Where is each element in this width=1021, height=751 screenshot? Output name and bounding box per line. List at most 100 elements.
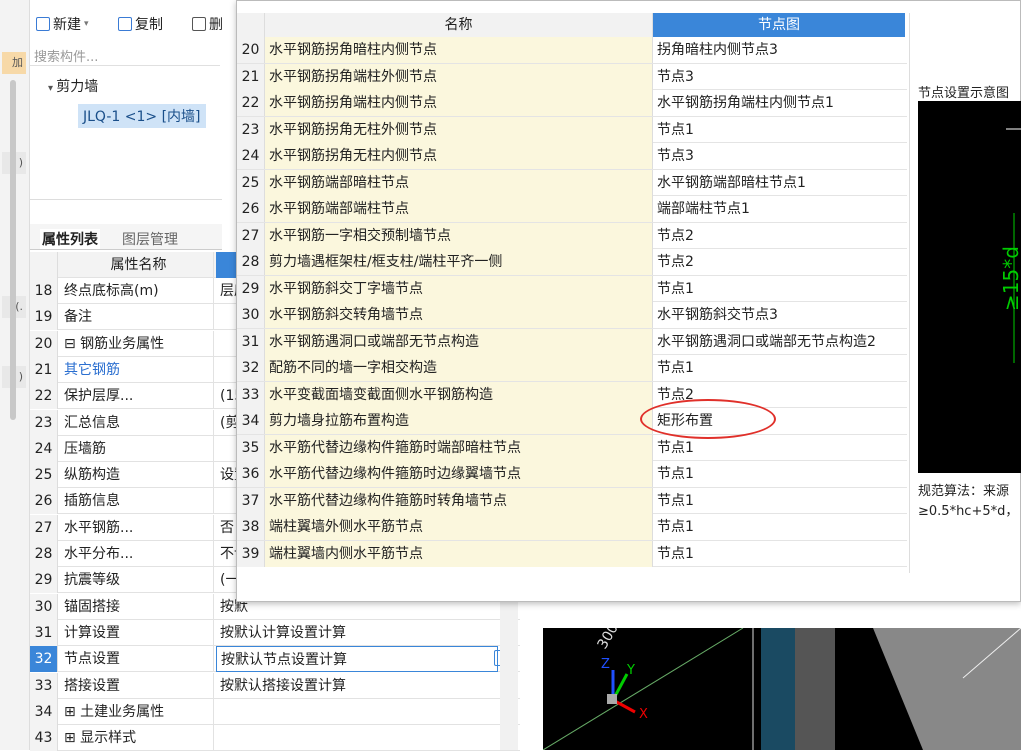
node-row[interactable]: 34 剪力墙身拉筋布置构造 矩形布置 — [237, 408, 907, 435]
node-row[interactable]: 26 水平钢筋端部端柱节点 端部端柱节点1 — [237, 196, 907, 223]
property-row[interactable]: 34 ⊞ 土建业务属性 — [30, 698, 520, 725]
left-strip-item[interactable]: 加 — [2, 52, 26, 74]
property-tabs: 属性列表 图层管理 — [30, 224, 222, 250]
property-row[interactable]: 32节点设置按默认节点设置计算··· — [30, 646, 520, 673]
node-row[interactable]: 25 水平钢筋端部暗柱节点 水平钢筋端部暗柱节点1 — [237, 169, 907, 196]
property-name: 搭接设置 — [60, 672, 214, 699]
property-name: 插筋信息 — [60, 488, 214, 515]
node-row[interactable]: 35 水平筋代替边缘构件箍筋时端部暗柱节点 节点1 — [237, 434, 907, 461]
copy-button[interactable]: 复制 — [118, 14, 163, 34]
node-row-value[interactable]: 拐角暗柱内侧节点3 — [653, 37, 905, 63]
delete-label: 删 — [209, 17, 223, 33]
property-row[interactable]: 31 计算设置 按默认计算设置计算 — [30, 619, 520, 646]
table-header-num — [237, 13, 265, 37]
node-row-value[interactable]: 水平钢筋遇洞口或端部无节点构造2 — [653, 329, 905, 355]
copy-icon — [118, 17, 132, 31]
tree-category-label: 剪力墙 — [56, 79, 99, 95]
left-scrollbar[interactable] — [10, 80, 16, 420]
node-row[interactable]: 23 水平钢筋拐角无柱外侧节点 节点1 — [237, 116, 907, 143]
node-row-name: 水平钢筋拐角端柱外侧节点 — [265, 63, 653, 90]
node-row-value[interactable]: 节点3 — [653, 143, 905, 169]
node-row[interactable]: 31 水平钢筋遇洞口或端部无节点构造 水平钢筋遇洞口或端部无节点构造2 — [237, 328, 907, 355]
property-value[interactable] — [216, 725, 498, 751]
property-name: 抗震等级 — [60, 567, 214, 594]
property-value[interactable]: 按默认节点设置计算 — [216, 646, 498, 673]
node-row-name: 剪力墙遇框架柱/框支柱/端柱平齐一侧 — [265, 249, 653, 275]
node-row-value[interactable]: 节点3 — [653, 64, 905, 90]
node-row-num: 33 — [237, 381, 265, 408]
property-name: 计算设置 — [60, 619, 214, 646]
node-row-value[interactable]: 节点1 — [653, 514, 905, 540]
node-row-name: 水平筋代替边缘构件箍筋时端部暗柱节点 — [265, 434, 653, 461]
node-row-value[interactable]: 水平钢筋拐角端柱内侧节点1 — [653, 90, 905, 116]
node-row-name: 配筋不同的墙一字相交构造 — [265, 355, 653, 381]
node-row[interactable]: 29 水平钢筋斜交丁字墙节点 节点1 — [237, 275, 907, 302]
node-row-num: 26 — [237, 196, 265, 222]
node-row[interactable]: 28 剪力墙遇框架柱/框支柱/端柱平齐一侧 节点2 — [237, 249, 907, 276]
node-row-value[interactable]: 水平钢筋斜交节点3 — [653, 302, 905, 328]
property-name: 终点底标高(m) — [60, 278, 214, 304]
row-num: 30 — [30, 593, 58, 620]
node-row[interactable]: 39 端柱翼墙内侧水平筋节点 节点1 — [237, 540, 907, 567]
header-num — [30, 252, 58, 278]
node-row-name: 剪力墙身拉筋布置构造 — [265, 408, 653, 434]
tab-property-list[interactable]: 属性列表 — [40, 229, 100, 249]
preview-label: 节点设置示意图 — [918, 86, 1010, 101]
node-row[interactable]: 27 水平钢筋一字相交预制墙节点 节点2 — [237, 222, 907, 249]
node-row[interactable]: 38 端柱翼墙外侧水平筋节点 节点1 — [237, 514, 907, 541]
node-row-value[interactable]: 节点1 — [653, 541, 905, 567]
property-value[interactable]: 按默认计算设置计算 — [216, 620, 498, 646]
node-row-value[interactable]: 节点1 — [653, 488, 905, 514]
node-row[interactable]: 22 水平钢筋拐角端柱内侧节点 水平钢筋拐角端柱内侧节点1 — [237, 90, 907, 117]
node-row[interactable]: 21 水平钢筋拐角端柱外侧节点 节点3 — [237, 63, 907, 90]
property-name: ⊟ 钢筋业务属性 — [60, 330, 214, 357]
tree-item-selected[interactable]: JLQ-1 <1> [内墙] — [78, 104, 206, 128]
node-row-num: 31 — [237, 328, 265, 355]
node-row-value[interactable]: 节点2 — [653, 249, 905, 275]
property-name: 水平分布... — [60, 541, 214, 567]
tab-layer-management[interactable]: 图层管理 — [122, 229, 178, 249]
property-row[interactable]: 43 ⊞ 显示样式 — [30, 725, 520, 751]
node-row-num: 39 — [237, 540, 265, 567]
delete-button[interactable]: 删 — [192, 14, 223, 34]
node-row[interactable]: 20 水平钢筋拐角暗柱内侧节点 拐角暗柱内侧节点3 — [237, 37, 907, 64]
row-num: 22 — [30, 383, 58, 410]
node-row-value[interactable]: 节点1 — [653, 461, 905, 487]
row-num: 20 — [30, 330, 58, 357]
row-num: 31 — [30, 619, 58, 646]
node-row-num: 34 — [237, 408, 265, 434]
row-num: 29 — [30, 567, 58, 594]
property-value[interactable] — [216, 699, 498, 725]
chevron-down-icon: ▾ — [84, 19, 89, 29]
node-row-name: 水平筋代替边缘构件箍筋时边缘翼墙节点 — [265, 461, 653, 487]
row-num: 19 — [30, 304, 58, 331]
property-value[interactable]: 按默认搭接设置计算 — [216, 673, 498, 699]
node-row-value[interactable]: 节点1 — [653, 355, 905, 381]
property-row[interactable]: 33 搭接设置 按默认搭接设置计算 — [30, 672, 520, 699]
node-row-value[interactable]: 节点1 — [653, 276, 905, 302]
property-name: 压墙筋 — [60, 435, 214, 462]
node-row-value[interactable]: 端部端柱节点1 — [653, 196, 905, 222]
row-num: 28 — [30, 541, 58, 567]
preview-annotation: ≥15*d — [999, 246, 1021, 311]
node-row-num: 32 — [237, 355, 265, 381]
node-row-value[interactable]: 节点1 — [653, 117, 905, 143]
viewport-3d[interactable]: 300 Z Y X — [543, 628, 1021, 750]
property-name: 备注 — [60, 304, 214, 331]
node-row-num: 35 — [237, 434, 265, 461]
node-row-value[interactable]: 水平钢筋端部暗柱节点1 — [653, 170, 905, 196]
property-name: 节点设置 — [60, 646, 214, 673]
new-button[interactable]: 新建 ▾ — [36, 14, 89, 34]
node-row[interactable]: 24 水平钢筋拐角无柱内侧节点 节点3 — [237, 143, 907, 170]
node-row[interactable]: 30 水平钢筋斜交转角墙节点 水平钢筋斜交节点3 — [237, 302, 907, 329]
node-row-value[interactable]: 节点2 — [653, 223, 905, 249]
property-name: 其它钢筋 — [60, 356, 214, 383]
tree-category[interactable]: ▾ 剪力墙 — [48, 76, 98, 96]
node-row[interactable]: 32 配筋不同的墙一字相交构造 节点1 — [237, 355, 907, 382]
node-row-name: 水平钢筋拐角暗柱内侧节点 — [265, 37, 653, 63]
node-row[interactable]: 33 水平变截面墙变截面侧水平钢筋构造 节点2 — [237, 381, 907, 408]
node-row-num: 25 — [237, 169, 265, 196]
node-row[interactable]: 36 水平筋代替边缘构件箍筋时边缘翼墙节点 节点1 — [237, 461, 907, 488]
search-input[interactable]: 搜索构件... — [30, 42, 220, 66]
node-row[interactable]: 37 水平筋代替边缘构件箍筋时转角墙节点 节点1 — [237, 487, 907, 514]
